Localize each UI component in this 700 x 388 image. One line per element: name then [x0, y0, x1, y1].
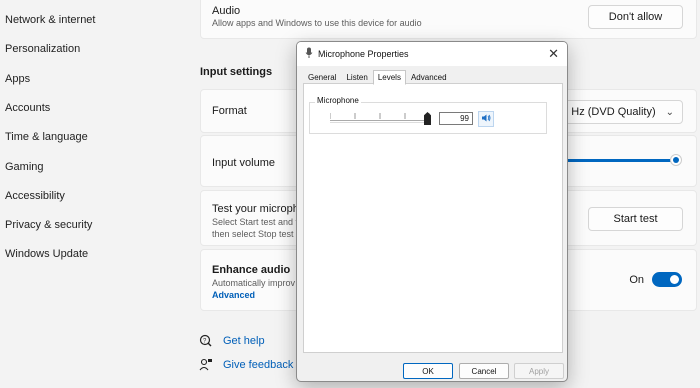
sidebar-nav: Network & internet Personalization Apps … [0, 0, 190, 388]
sidebar-item-privacy-security[interactable]: Privacy & security [5, 219, 92, 231]
microphone-properties-dialog: Microphone Properties ✕ General Listen L… [296, 41, 568, 382]
input-volume-label: Input volume [212, 157, 275, 169]
level-value-field[interactable]: 99 [439, 112, 473, 125]
format-label: Format [212, 105, 247, 117]
sidebar-item-network[interactable]: Network & internet [5, 14, 95, 26]
mute-toggle-button[interactable] [478, 111, 494, 127]
test-microphone-title: Test your micropho [212, 203, 305, 215]
microphone-icon [305, 47, 313, 61]
ok-button[interactable]: OK [403, 363, 453, 379]
enhance-audio-advanced-link[interactable]: Advanced [212, 290, 255, 300]
input-settings-heading: Input settings [200, 66, 273, 78]
test-microphone-line1: Select Start test and t [212, 217, 299, 227]
give-feedback-link[interactable]: Give feedback [223, 359, 293, 371]
cancel-button[interactable]: Cancel [459, 363, 509, 379]
sidebar-item-apps[interactable]: Apps [5, 73, 30, 85]
apply-button[interactable]: Apply [514, 363, 564, 379]
format-dropdown-value: 00 Hz (DVD Quality) [555, 106, 656, 118]
svg-text:?: ? [203, 339, 207, 345]
sidebar-item-time-language[interactable]: Time & language [5, 131, 88, 143]
microphone-level-group: Microphone 99 [309, 96, 547, 134]
chevron-down-icon: ⌄ [665, 106, 674, 118]
speaker-icon [481, 113, 491, 126]
tab-levels[interactable]: Levels [372, 70, 406, 85]
enhance-audio-toggle-label: On [629, 274, 644, 286]
get-help-link[interactable]: Get help [223, 335, 265, 347]
input-volume-track[interactable] [566, 159, 678, 162]
input-volume-thumb[interactable] [670, 154, 682, 166]
level-slider-track[interactable] [330, 120, 430, 123]
start-test-button[interactable]: Start test [588, 207, 683, 231]
sidebar-item-gaming[interactable]: Gaming [5, 161, 44, 173]
audio-card-subtitle: Allow apps and Windows to use this devic… [212, 18, 422, 28]
enhance-audio-title: Enhance audio [212, 264, 291, 276]
audio-card: Audio Allow apps and Windows to use this… [200, 0, 697, 39]
give-feedback-row[interactable]: Give feedback [199, 358, 293, 372]
enhance-audio-subtitle: Automatically improv [212, 278, 296, 288]
sidebar-item-personalization[interactable]: Personalization [5, 43, 80, 55]
enhance-audio-toggle[interactable] [652, 272, 682, 287]
level-slider-ticks [330, 113, 430, 119]
dont-allow-button[interactable]: Don't allow [588, 5, 683, 29]
get-help-row[interactable]: ? Get help [199, 334, 265, 348]
dialog-titlebar: Microphone Properties ✕ [297, 42, 567, 66]
microphone-group-label: Microphone [315, 96, 361, 105]
feedback-icon [199, 358, 213, 372]
audio-card-title: Audio [212, 5, 241, 17]
levels-panel: Microphone 99 [303, 83, 563, 353]
dialog-title: Microphone Properties [318, 49, 409, 59]
test-microphone-line2: then select Stop test [212, 229, 294, 239]
sidebar-item-windows-update[interactable]: Windows Update [5, 248, 88, 260]
close-icon[interactable]: ✕ [548, 46, 559, 62]
format-dropdown[interactable]: 00 Hz (DVD Quality) ⌄ [553, 100, 683, 124]
sidebar-item-accounts[interactable]: Accounts [5, 102, 50, 114]
sidebar-item-accessibility[interactable]: Accessibility [5, 190, 65, 202]
help-icon: ? [199, 334, 213, 348]
